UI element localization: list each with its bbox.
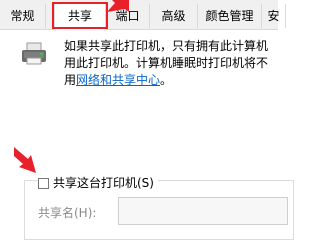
sharing-description: 如果共享此打印机，只有拥有此计算机 用此打印机。计算机睡眠时打印机将不 用网络和… [64, 38, 278, 89]
tab-sharing[interactable]: 共享 [54, 2, 106, 30]
share-printer-option[interactable]: 共享这台打印机(S) [38, 176, 158, 190]
tab-ports[interactable]: 端口 [106, 4, 150, 28]
share-printer-label: 共享这台打印机(S) [53, 176, 154, 190]
tab-color-management[interactable]: 颜色管理 [198, 4, 262, 28]
description-line-3-suffix: 。 [160, 73, 173, 87]
description-line-2: 用此打印机。计算机睡眠时打印机将不 [64, 56, 269, 70]
red-arrow-icon [14, 147, 36, 173]
network-sharing-center-link[interactable]: 网络和共享中心 [76, 73, 160, 87]
description-line-3: 用网络和共享中心。 [64, 72, 278, 89]
tab-general[interactable]: 常规 [0, 4, 46, 28]
tab-security[interactable]: 安 [262, 4, 286, 28]
description-line-3-prefix: 用 [64, 73, 77, 87]
share-name-input[interactable] [118, 197, 288, 225]
tab-bar: 常规 共享 端口 高级 颜色管理 安 [0, 0, 286, 30]
printer-icon [22, 42, 46, 65]
description-line-1: 如果共享此打印机，只有拥有此计算机 [64, 39, 269, 53]
share-name-label: 共享名(H): [38, 206, 97, 220]
tab-advanced[interactable]: 高级 [150, 4, 198, 28]
share-printer-checkbox[interactable] [38, 177, 49, 189]
